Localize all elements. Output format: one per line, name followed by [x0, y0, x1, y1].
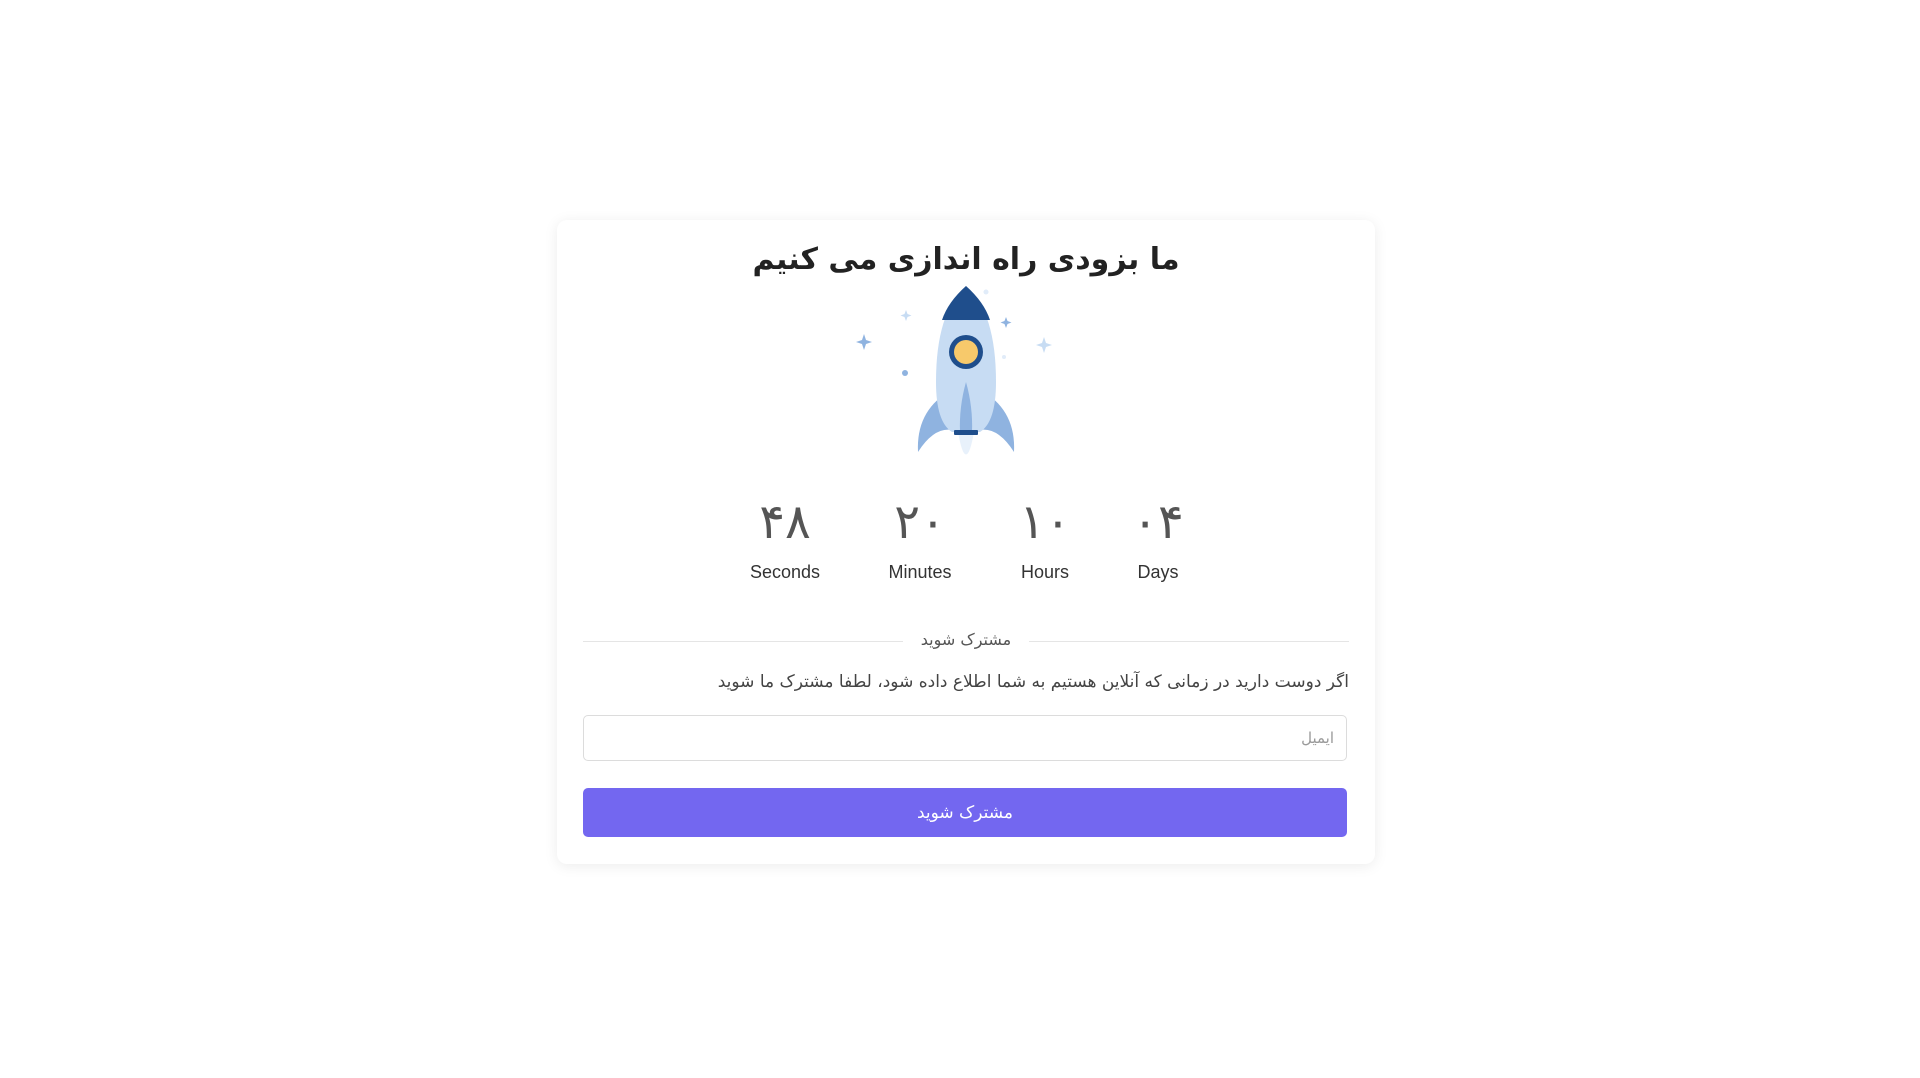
countdown: ۴۸ Seconds ۲۰ Minutes ۱۰ Hours ۰۴ Days [557, 492, 1375, 602]
minutes-label: Minutes [888, 562, 952, 582]
days-label: Days [1137, 562, 1179, 582]
divider-line [1029, 641, 1349, 642]
divider-text: مشترک شوید [920, 630, 1012, 649]
subscribe-button[interactable]: مشترک شوید [583, 788, 1347, 837]
subscribe-divider: مشترک شوید [583, 630, 1349, 652]
hours-value: ۱۰ [1019, 494, 1071, 550]
coming-soon-card: ما بزودی راه اندازی می کنیم ۴۸ Seconds ۲… [557, 220, 1375, 864]
countdown-days: ۰۴ Days [1098, 492, 1218, 583]
rocket-icon [856, 286, 1052, 455]
subscribe-description: اگر دوست دارید در زمانی که آنلاین هستیم … [717, 672, 1349, 692]
seconds-value: ۴۸ [759, 494, 811, 550]
seconds-label: Seconds [749, 562, 821, 582]
email-field[interactable] [583, 715, 1347, 761]
countdown-seconds: ۴۸ Seconds [725, 492, 845, 583]
days-value: ۰۴ [1132, 494, 1184, 550]
countdown-hours: ۱۰ Hours [985, 492, 1105, 583]
minutes-value: ۲۰ [894, 494, 946, 550]
page-title: ما بزودی راه اندازی می کنیم [752, 242, 1180, 277]
hours-label: Hours [1020, 562, 1069, 582]
countdown-minutes: ۲۰ Minutes [860, 492, 980, 583]
